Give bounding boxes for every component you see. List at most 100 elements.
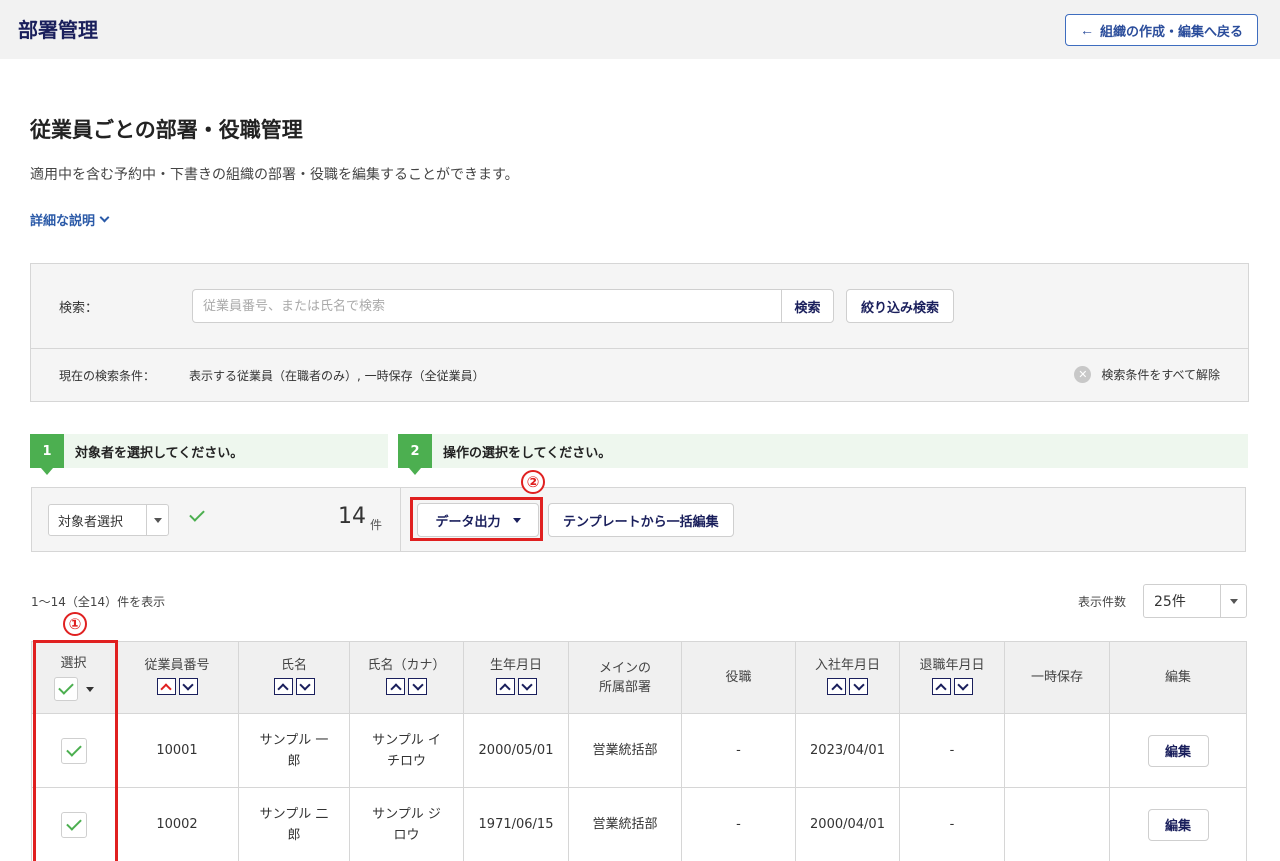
sort-desc-icon[interactable] [517,678,537,696]
kana-cell: サンプル イチロウ [349,713,464,788]
caret-down-icon [153,517,162,523]
col-main-dept: メインの 所属部署 [568,641,682,714]
panel-separator [400,488,401,551]
caret-down-icon [512,517,521,523]
sort-asc-icon[interactable] [156,678,176,696]
position-cell: - [681,713,796,788]
sort-desc-icon[interactable] [295,678,315,696]
sort-asc-icon[interactable] [827,678,846,696]
sort-desc-icon[interactable] [953,678,973,696]
name-line-2: 郎 [287,827,301,843]
employee-table: 選択 従業員番号 氏名 氏名（カナ） 生年月日 メインの 所属部署 役職 入社年… [31,641,1247,861]
dropdown-toggle[interactable] [146,505,168,535]
divider [31,348,1248,349]
sort-asc-icon[interactable] [495,678,515,696]
birth-cell: 2000/05/01 [463,713,569,788]
caret-down-icon [1229,598,1238,604]
col-edit: 編集 [1109,641,1247,714]
temp-cell [1004,787,1110,861]
dept-cell: 営業統括部 [568,787,682,861]
col-kana-label: 氏名（カナ） [367,658,446,674]
row-checkbox[interactable] [60,811,87,838]
arrow-left-icon: ← [1079,22,1094,38]
col-birth-label: 生年月日 [489,658,542,674]
name-line-2: 郎 [287,753,301,769]
join-cell: 2000/04/01 [795,787,900,861]
row-select-cell [31,713,116,788]
kana-line-1: サンプル イ [372,732,441,748]
check-icon [65,814,82,831]
data-export-label: データ出力 [435,514,501,530]
check-icon [65,740,82,757]
step-2-number: 2 [398,434,432,475]
step-1-banner: 1 対象者を選択してください。 [30,434,388,475]
page-heading: 従業員ごとの部署・役職管理 [30,118,303,142]
sort-asc-icon[interactable] [386,678,405,696]
col-leave-label: 退職年月日 [919,658,985,674]
page-description: 適用中を含む予約中・下書きの組織の部署・役職を編集することができます。 [30,167,519,183]
per-page-value: 25件 [1154,594,1186,610]
data-export-button[interactable]: データ出力 [417,503,539,537]
edit-button[interactable]: 編集 [1147,734,1209,767]
search-input[interactable] [193,290,781,322]
birth-cell: 1971/06/15 [463,787,569,861]
step-2-banner: 2 操作の選択をしてください。 [398,434,1248,475]
col-kana: 氏名（カナ） [349,641,464,714]
col-birth: 生年月日 [463,641,569,714]
sort-desc-icon[interactable] [408,678,427,696]
emp-no-cell: 10001 [115,713,239,788]
dept-cell: 営業統括部 [568,713,682,788]
name-line-1: サンプル 一 [259,732,329,748]
table-header-row: 選択 従業員番号 氏名 氏名（カナ） 生年月日 メインの 所属部署 役職 入社年… [31,641,1247,714]
col-emp-no-label: 従業員番号 [144,658,210,674]
current-conditions-value: 表示する従業員（在職者のみ）, 一時保存（全従業員） [189,369,485,383]
search-label: 検索： [59,301,99,316]
col-name: 氏名 [238,641,350,714]
target-select-dropdown[interactable]: 対象者選択 [48,504,169,536]
search-button[interactable]: 検索 [781,290,833,322]
select-all-checkbox[interactable] [53,677,78,701]
col-dept-label-2: 所属部署 [598,679,651,695]
col-leave-date: 退職年月日 [899,641,1005,714]
operation-panel: 対象者選択 14 件 データ出力 テンプレートから一括編集 [31,487,1246,552]
clear-icon: ✕ [1074,366,1092,383]
row-checkbox[interactable] [60,737,87,764]
detail-explanation-link[interactable]: 詳細な説明 [30,210,110,229]
position-cell: - [681,787,796,861]
filter-search-button[interactable]: 絞り込み検索 [846,289,955,323]
col-temp-save: 一時保存 [1004,641,1110,714]
template-bulk-edit-button[interactable]: テンプレートから一括編集 [548,503,734,537]
check-icon [189,506,205,522]
edit-cell: 編集 [1109,787,1247,861]
clear-all-conditions-button[interactable]: ✕ 検索条件をすべて解除 [1074,366,1220,383]
kana-line-1: サンプル ジ [372,806,441,822]
step-1-text: 対象者を選択してください。 [75,445,244,461]
sort-asc-icon[interactable] [931,678,951,696]
caret-down-icon[interactable] [85,686,94,692]
edit-button[interactable]: 編集 [1147,808,1209,841]
name-line-1: サンプル 二 [259,806,329,822]
leave-cell: - [899,713,1005,788]
dropdown-toggle[interactable] [1220,585,1246,617]
result-range-text: 1〜14（全14）件を表示 [31,595,166,609]
kana-line-2: ロウ [393,827,420,843]
sort-desc-icon[interactable] [849,678,868,696]
leave-cell: - [899,787,1005,861]
sort-asc-icon[interactable] [273,678,293,696]
col-dept-label-1: メインの [598,660,651,676]
per-page-select[interactable]: 25件 [1143,584,1247,618]
temp-cell [1004,713,1110,788]
annotation-marker-1: ① [63,612,87,636]
sort-desc-icon[interactable] [178,678,198,696]
col-select-label: 選択 [60,656,87,671]
col-name-label: 氏名 [280,658,307,674]
back-to-org-button[interactable]: ← 組織の作成・編集へ戻る [1064,14,1258,46]
join-cell: 2023/04/01 [795,713,900,788]
kana-line-2: チロウ [386,753,426,769]
col-emp-no: 従業員番号 [115,641,239,714]
current-conditions-label: 現在の検索条件： [59,369,156,383]
chevron-down-icon [99,212,110,223]
back-button-label: 組織の作成・編集へ戻る [1099,23,1243,39]
edit-cell: 編集 [1109,713,1247,788]
selected-count: 14 [338,504,366,529]
